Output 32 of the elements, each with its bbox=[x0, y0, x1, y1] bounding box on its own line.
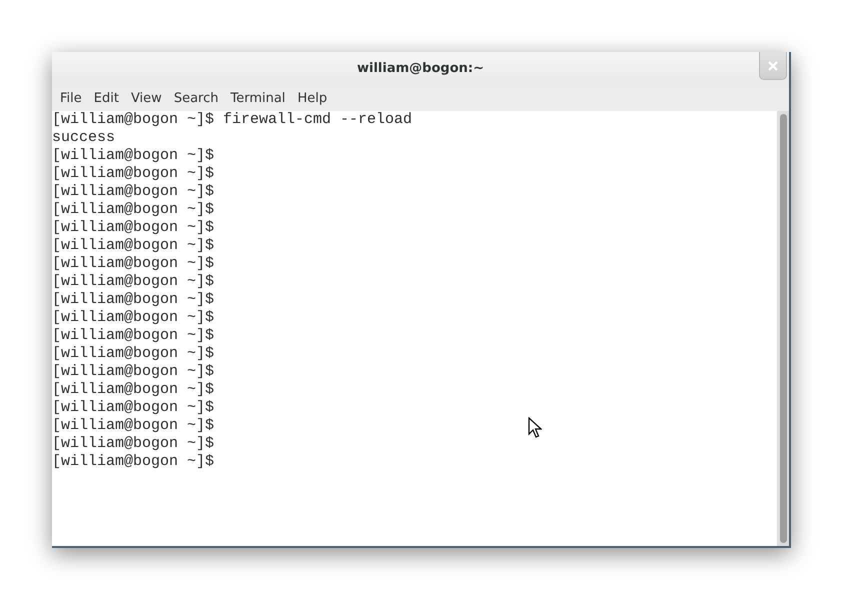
scrollbar[interactable] bbox=[777, 111, 789, 546]
terminal-line: [william@bogon ~]$ bbox=[52, 363, 214, 381]
terminal-line: [william@bogon ~]$ bbox=[52, 417, 214, 435]
terminal-line: [william@bogon ~]$ bbox=[52, 147, 214, 165]
terminal-line: [william@bogon ~]$ bbox=[52, 237, 214, 255]
scrollbar-thumb[interactable] bbox=[780, 114, 786, 543]
window-title: william@bogon:~ bbox=[357, 61, 484, 76]
terminal-line: [william@bogon ~]$ bbox=[52, 255, 214, 273]
terminal-line: [william@bogon ~]$ bbox=[52, 327, 214, 345]
terminal-line: [william@bogon ~]$ bbox=[52, 219, 214, 237]
mouse-pointer-icon bbox=[528, 417, 542, 439]
terminal-line: [william@bogon ~]$ bbox=[52, 345, 214, 363]
menu-item[interactable]: View bbox=[124, 90, 168, 106]
terminal-line: [william@bogon ~]$ bbox=[52, 399, 214, 417]
terminal-line: [william@bogon ~]$ bbox=[52, 453, 214, 471]
terminal-line: [william@bogon ~]$ firewall-cmd --reload bbox=[52, 111, 412, 129]
menu-item[interactable]: Help bbox=[291, 90, 334, 106]
terminal-line: [william@bogon ~]$ bbox=[52, 201, 214, 219]
terminal-line: [william@bogon ~]$ bbox=[52, 183, 214, 201]
close-button[interactable] bbox=[759, 52, 787, 80]
terminal-line: success bbox=[52, 129, 116, 147]
terminal-line: [william@bogon ~]$ bbox=[52, 165, 214, 183]
menu-item[interactable]: Search bbox=[168, 90, 224, 106]
menu-item[interactable]: Edit bbox=[88, 90, 125, 106]
terminal-line: [william@bogon ~]$ bbox=[52, 291, 214, 309]
terminal-line: [william@bogon ~]$ bbox=[52, 309, 214, 327]
close-icon bbox=[768, 60, 778, 70]
terminal-line: [william@bogon ~]$ bbox=[52, 381, 214, 399]
menu-item[interactable]: File bbox=[54, 90, 88, 106]
menu-item[interactable]: Terminal bbox=[224, 90, 292, 106]
terminal-line: [william@bogon ~]$ bbox=[52, 273, 214, 291]
terminal-line: [william@bogon ~]$ bbox=[52, 435, 214, 453]
